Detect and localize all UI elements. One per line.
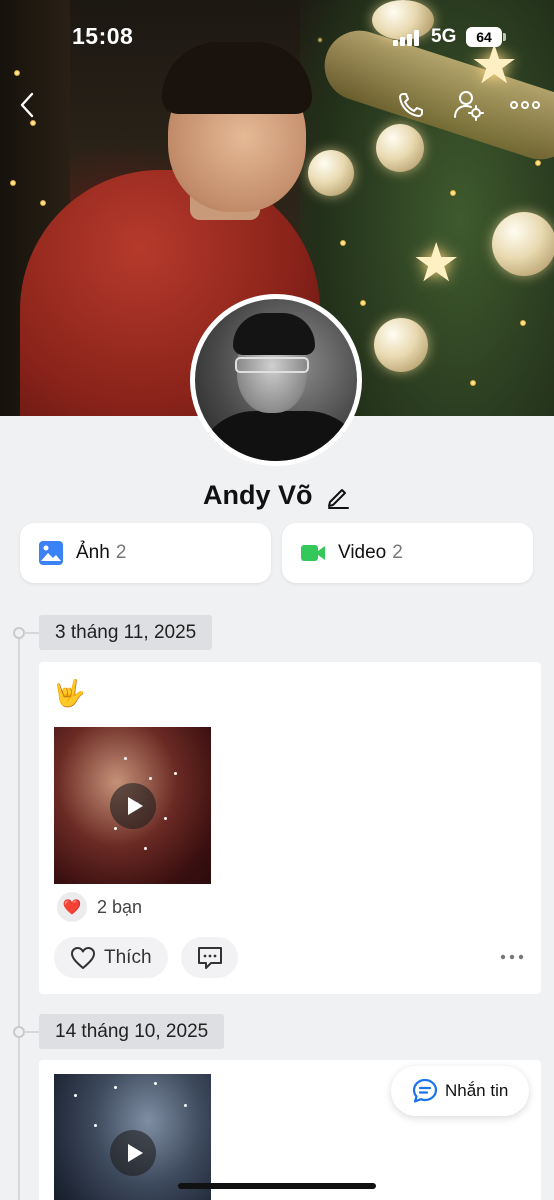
more-icon[interactable] (508, 88, 542, 122)
tree-light (360, 300, 366, 306)
timeline-tick (24, 1031, 40, 1033)
heart-emoji: ❤️ (62, 899, 82, 916)
avatar-glasses (235, 357, 309, 373)
post-emoji: 🤟 (53, 678, 86, 708)
ornament (376, 124, 424, 172)
chat-icon (412, 1078, 438, 1103)
tree-light (535, 160, 541, 166)
ornament (374, 318, 428, 372)
ornament (492, 212, 554, 276)
star-ornament: ★ (412, 233, 461, 293)
tree-light (40, 200, 46, 206)
videos-label: Video (338, 542, 387, 563)
profile-name-row: Andy Võ (0, 480, 554, 511)
post-card: 🤟 ❤️ 2 bạn Thích (39, 662, 541, 994)
post-more-icon[interactable] (497, 947, 527, 967)
ornament (308, 150, 354, 196)
play-icon[interactable] (110, 1130, 156, 1176)
edit-icon[interactable] (325, 483, 351, 509)
home-indicator[interactable] (178, 1183, 376, 1189)
call-icon[interactable] (394, 88, 428, 122)
avatar-hair (233, 313, 315, 355)
profile-name: Andy Võ (203, 480, 313, 510)
play-icon[interactable] (110, 783, 156, 829)
tree-light (10, 180, 16, 186)
photos-count: 2 (115, 542, 127, 563)
like-label: Thích (104, 946, 152, 968)
photos-button[interactable]: Ảnh 2 (20, 523, 271, 583)
reaction-summary[interactable]: ❤️ 2 bạn (57, 892, 142, 922)
network-label: 5G (431, 26, 457, 47)
video-icon (301, 545, 325, 561)
comment-button[interactable] (181, 937, 238, 978)
profile-settings-icon[interactable] (452, 88, 486, 122)
tree-light (470, 380, 476, 386)
videos-button[interactable]: Video 2 (282, 523, 533, 583)
date-label: 3 tháng 11, 2025 (39, 615, 213, 650)
back-icon[interactable] (12, 88, 46, 122)
image-icon (39, 541, 63, 565)
signal-icon (393, 30, 423, 46)
post-video-thumbnail[interactable] (54, 727, 211, 884)
comment-icon (197, 946, 222, 969)
videos-count: 2 (392, 542, 403, 563)
message-button[interactable]: Nhắn tin (391, 1066, 529, 1116)
heart-icon (71, 946, 95, 969)
tree-light (520, 320, 526, 326)
tree-light (340, 240, 346, 246)
post-video-thumbnail[interactable] (54, 1074, 211, 1200)
photos-label: Ảnh (76, 542, 110, 563)
like-button[interactable]: Thích (54, 937, 168, 978)
tree-light (14, 70, 20, 76)
avatar-body (195, 411, 357, 461)
tree-light (450, 190, 456, 196)
person-hair (162, 42, 312, 114)
heart-reaction-icon: ❤️ (57, 892, 87, 922)
timeline-tick (24, 632, 40, 634)
timeline-line (18, 633, 20, 1200)
battery-tip (503, 33, 506, 41)
reaction-count: 2 bạn (97, 896, 143, 917)
avatar[interactable] (190, 294, 362, 466)
battery-icon: 64 (466, 27, 502, 47)
date-label: 14 tháng 10, 2025 (39, 1014, 225, 1049)
status-time: 15:08 (72, 23, 134, 49)
message-label: Nhắn tin (445, 1081, 509, 1100)
